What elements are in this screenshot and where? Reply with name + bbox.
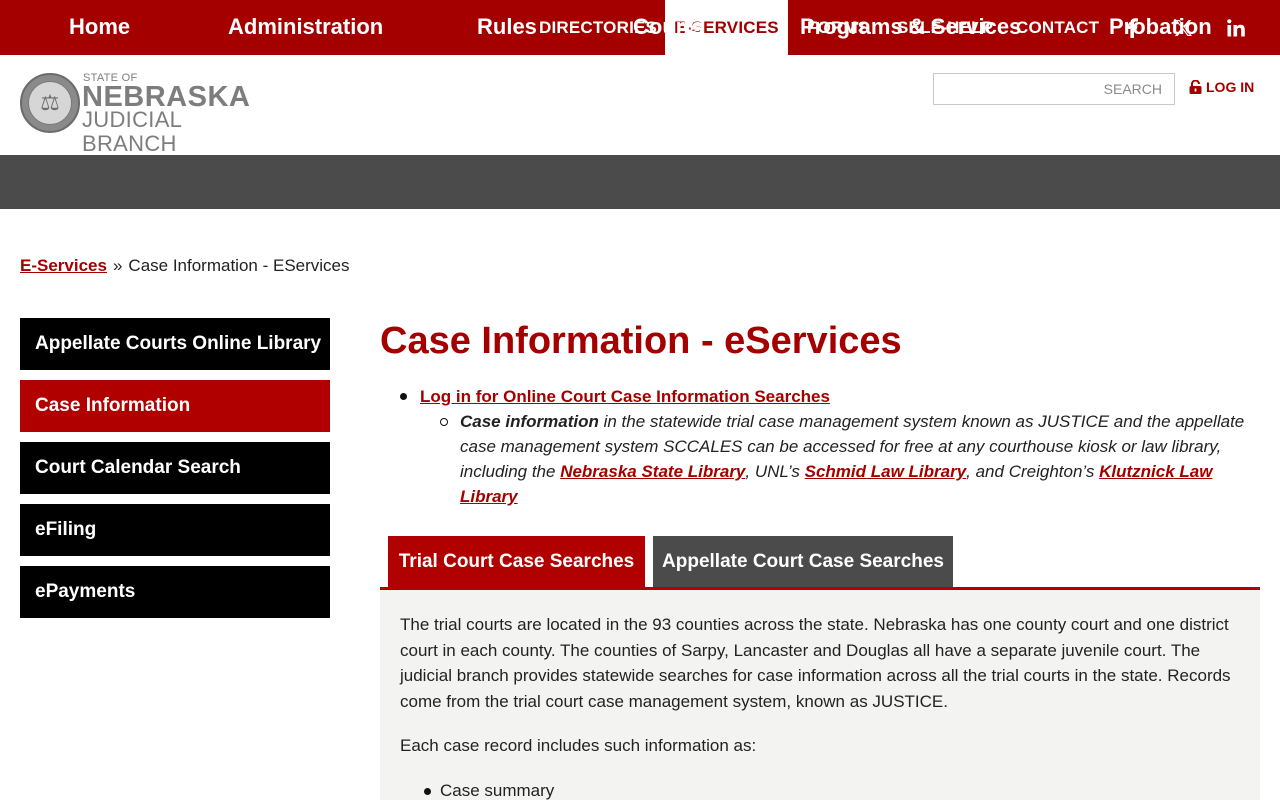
judicial-seal-icon: ⚖	[20, 73, 80, 133]
list-item: Case summary	[440, 781, 555, 800]
sidebar-item-case-information[interactable]: Case Information	[20, 380, 330, 432]
tab-appellate-court-searches[interactable]: Appellate Court Case Searches	[653, 536, 953, 587]
main-navigation	[0, 155, 1280, 209]
nav-administration[interactable]: Administration	[228, 0, 383, 54]
bullet-dot	[400, 393, 407, 400]
sidebar-item-court-calendar[interactable]: Court Calendar Search	[20, 442, 330, 494]
nav-rules[interactable]: Rules	[477, 0, 537, 54]
page-title: Case Information - eServices	[380, 320, 902, 362]
bullet-circle	[440, 418, 448, 426]
sidebar-item-epayments[interactable]: ePayments	[20, 566, 330, 618]
case-info-text-2: , UNL’s	[745, 462, 805, 481]
breadcrumb-current: Case Information - EServices	[128, 256, 350, 275]
case-info-text-3: , and Creighton’s	[966, 462, 1100, 481]
schmid-law-library-link[interactable]: Schmid Law Library	[805, 462, 967, 481]
tab-trial-court-searches[interactable]: Trial Court Case Searches	[388, 536, 645, 587]
breadcrumb-link-e-services[interactable]: E-Services	[20, 256, 107, 276]
lock-icon	[1189, 79, 1202, 94]
nebraska-state-library-link[interactable]: Nebraska State Library	[560, 462, 745, 481]
nav-courts[interactable]: Courts	[633, 0, 704, 54]
linkedin-icon[interactable]	[1224, 0, 1248, 55]
nav-home[interactable]: Home	[69, 0, 130, 54]
search-input[interactable]	[933, 73, 1175, 105]
case-info-description: Case information in the statewide trial …	[460, 409, 1260, 509]
breadcrumb-separator: »	[112, 256, 123, 275]
case-info-lead: Case information	[460, 412, 599, 431]
nav-programs-services[interactable]: Programs & Services	[800, 0, 1021, 54]
trial-courts-description: The trial courts are located in the 93 c…	[400, 615, 1231, 711]
sidebar-item-efiling[interactable]: eFiling	[20, 504, 330, 556]
logo-branch-name: JUDICIAL BRANCH	[82, 107, 182, 156]
topnav-contact[interactable]: CONTACT	[1016, 0, 1099, 55]
tab-panel-trial-court: The trial courts are located in the 93 c…	[380, 587, 1260, 800]
case-record-intro: Each case record includes such informati…	[400, 736, 757, 755]
breadcrumb: E-Services » Case Information - EService…	[20, 255, 350, 277]
login-link[interactable]: LOG IN	[1189, 78, 1254, 96]
login-label: LOG IN	[1206, 79, 1255, 95]
bullet-dot	[424, 788, 431, 795]
site-logo[interactable]: ⚖ STATE OF NEBRASKA JUDICIAL BRANCH	[20, 72, 280, 156]
nav-probation[interactable]: Probation	[1109, 0, 1212, 54]
sidebar-item-appellate-library[interactable]: Appellate Courts Online Library	[20, 318, 330, 370]
case-search-login-link[interactable]: Log in for Online Court Case Information…	[420, 384, 830, 409]
